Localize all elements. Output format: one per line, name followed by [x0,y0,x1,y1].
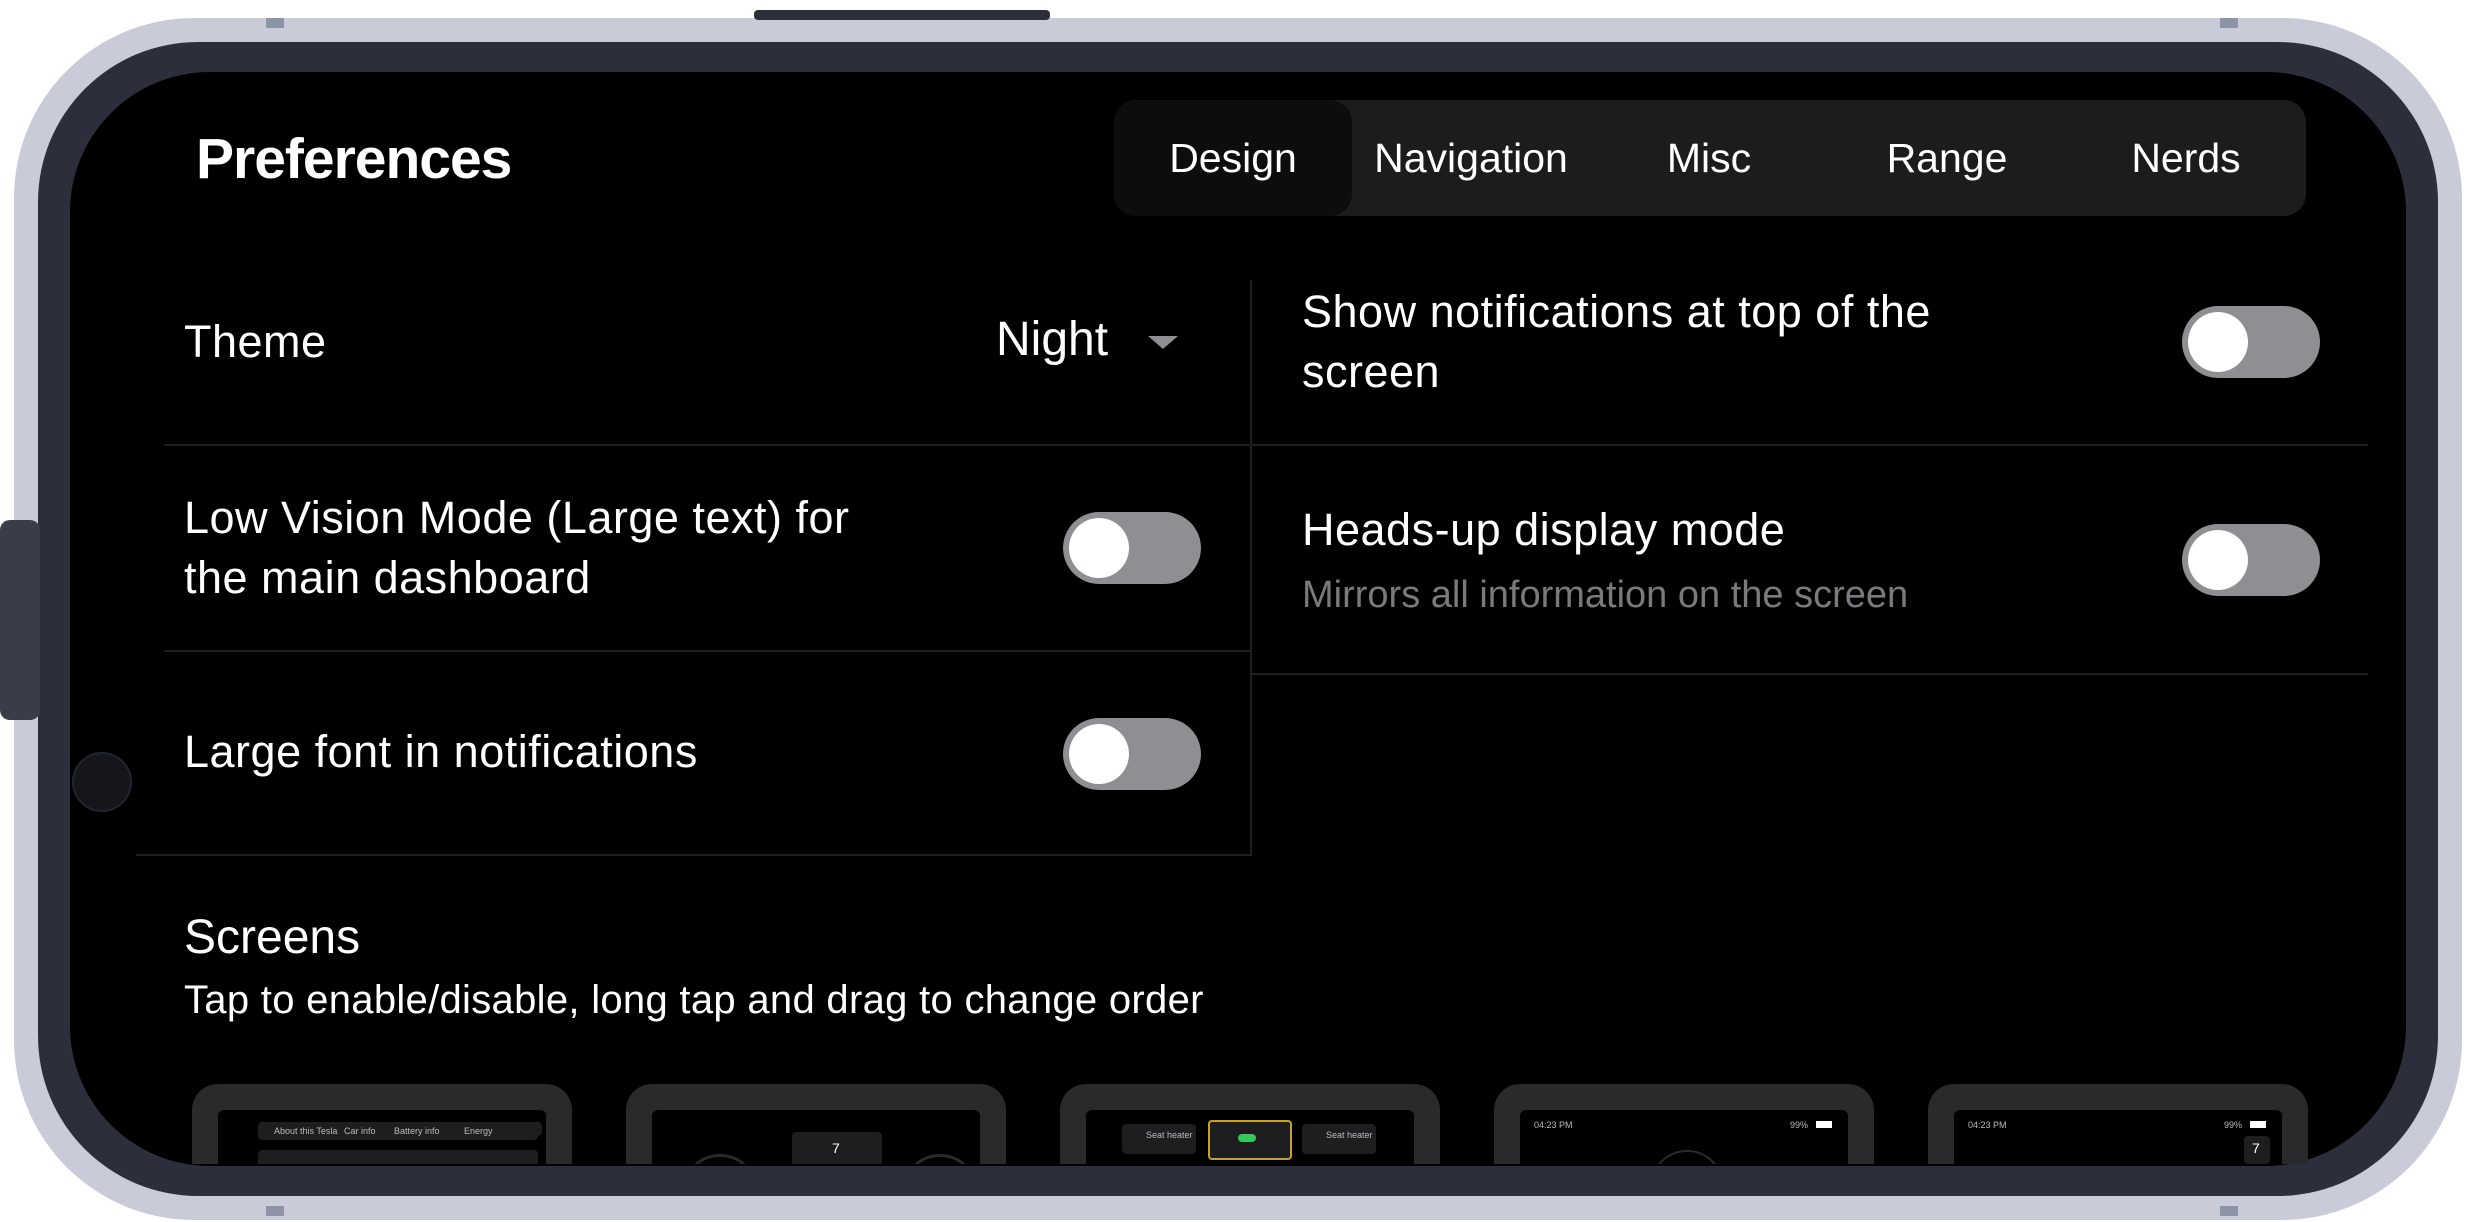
tab-navigation[interactable]: Navigation [1352,100,1590,216]
screen-thumbnail[interactable]: Seat heater Seat heater [1060,1084,1440,1164]
low-vision-toggle[interactable] [1063,512,1201,584]
row-divider [1252,444,2368,446]
theme-dropdown[interactable]: Night [996,312,1108,367]
camera-icon [72,752,132,812]
hud-sublabel: Mirrors all information on the screen [1302,574,1909,616]
row-divider [164,444,1250,446]
row-divider [164,650,1250,652]
screen-thumbnail[interactable]: About this Tesla Car info Battery info E… [192,1084,572,1164]
thumbnail-preview: About this Tesla Car info Battery info E… [218,1110,546,1164]
tab-bar: Design Navigation Misc Range Nerds [1114,100,2306,216]
row-divider [1252,673,2368,675]
thumbnail-gauge [682,1154,758,1164]
thumbnail-time: 04:23 PM [1968,1120,2007,1130]
thumbnail-number: 7 [832,1140,840,1156]
thumbnail-time: 04:23 PM [1534,1120,1573,1130]
antenna-line [266,1206,284,1216]
device-side-button [0,520,40,720]
thumbnail-preview: 7 [652,1110,980,1164]
thumbnail-button-label: Seat heater [1326,1130,1373,1140]
battery-icon [2250,1121,2266,1128]
thumbnail-tab: About this Tesla [274,1126,338,1136]
antenna-line [266,18,284,28]
antenna-line [2220,1206,2238,1216]
thumbnail-preview: 04:23 PM 99% 7 [1954,1110,2282,1164]
screen-thumbnail[interactable]: 04:23 PM 99% [1494,1084,1874,1164]
notifications-top-label-line2: screen [1302,346,1441,397]
low-vision-label-line2: the main dashboard [184,552,591,603]
toggle-knob [1069,724,1129,784]
thumbnail-battery: 99% [2224,1120,2243,1130]
tab-misc[interactable]: Misc [1590,100,1828,216]
large-font-label: Large font in notifications [184,726,698,777]
tab-nerds[interactable]: Nerds [2066,100,2306,216]
thumbnail-toggle [1238,1134,1256,1142]
theme-label: Theme [184,316,327,367]
thumbnail-battery: 99% [1790,1120,1809,1130]
row-divider [136,854,1250,856]
tab-range[interactable]: Range [1828,100,2066,216]
screen-thumbnail[interactable]: 04:23 PM 99% 7 [1928,1084,2308,1164]
tab-design[interactable]: Design [1114,100,1352,216]
thumbnail-tab: Car info [344,1126,376,1136]
thumbnail-preview: Seat heater Seat heater [1086,1110,1414,1164]
thumbnail-content [258,1150,538,1164]
screens-subtitle: Tap to enable/disable, long tap and drag… [184,978,1204,1022]
notifications-top-label-line1: Show notifications at top of the [1302,286,1931,337]
column-divider [1250,280,1252,856]
notifications-top-label: Show notifications at top of the screen [1302,282,1931,402]
notifications-top-toggle[interactable] [2182,306,2320,378]
hud-toggle[interactable] [2182,524,2320,596]
toggle-knob [2188,530,2248,590]
thumbnail-button-label: Seat heater [1146,1130,1193,1140]
device-top-edge [754,10,1050,20]
low-vision-label-line1: Low Vision Mode (Large text) for [184,492,850,543]
battery-icon [1816,1121,1832,1128]
hud-label: Heads-up display mode [1302,504,1786,555]
thumbnail-gauge [1650,1150,1724,1164]
screens-title: Screens [184,911,361,964]
thumbnail-icon [528,1122,542,1136]
low-vision-label: Low Vision Mode (Large text) for the mai… [184,488,850,608]
chevron-down-icon[interactable] [1148,336,1178,349]
thumbnail-tab: Energy [464,1126,493,1136]
screen-thumbnail[interactable]: 7 [626,1084,1006,1164]
thumbnail-preview: 04:23 PM 99% [1520,1110,1848,1164]
page-title: Preferences [196,127,512,191]
toggle-knob [2188,312,2248,372]
thumbnail-tab: Battery info [394,1126,440,1136]
thumbnail-gauge [902,1154,978,1164]
thumbnail-number: 7 [2252,1140,2260,1156]
large-font-toggle[interactable] [1063,718,1201,790]
toggle-knob [1069,518,1129,578]
antenna-line [2220,18,2238,28]
